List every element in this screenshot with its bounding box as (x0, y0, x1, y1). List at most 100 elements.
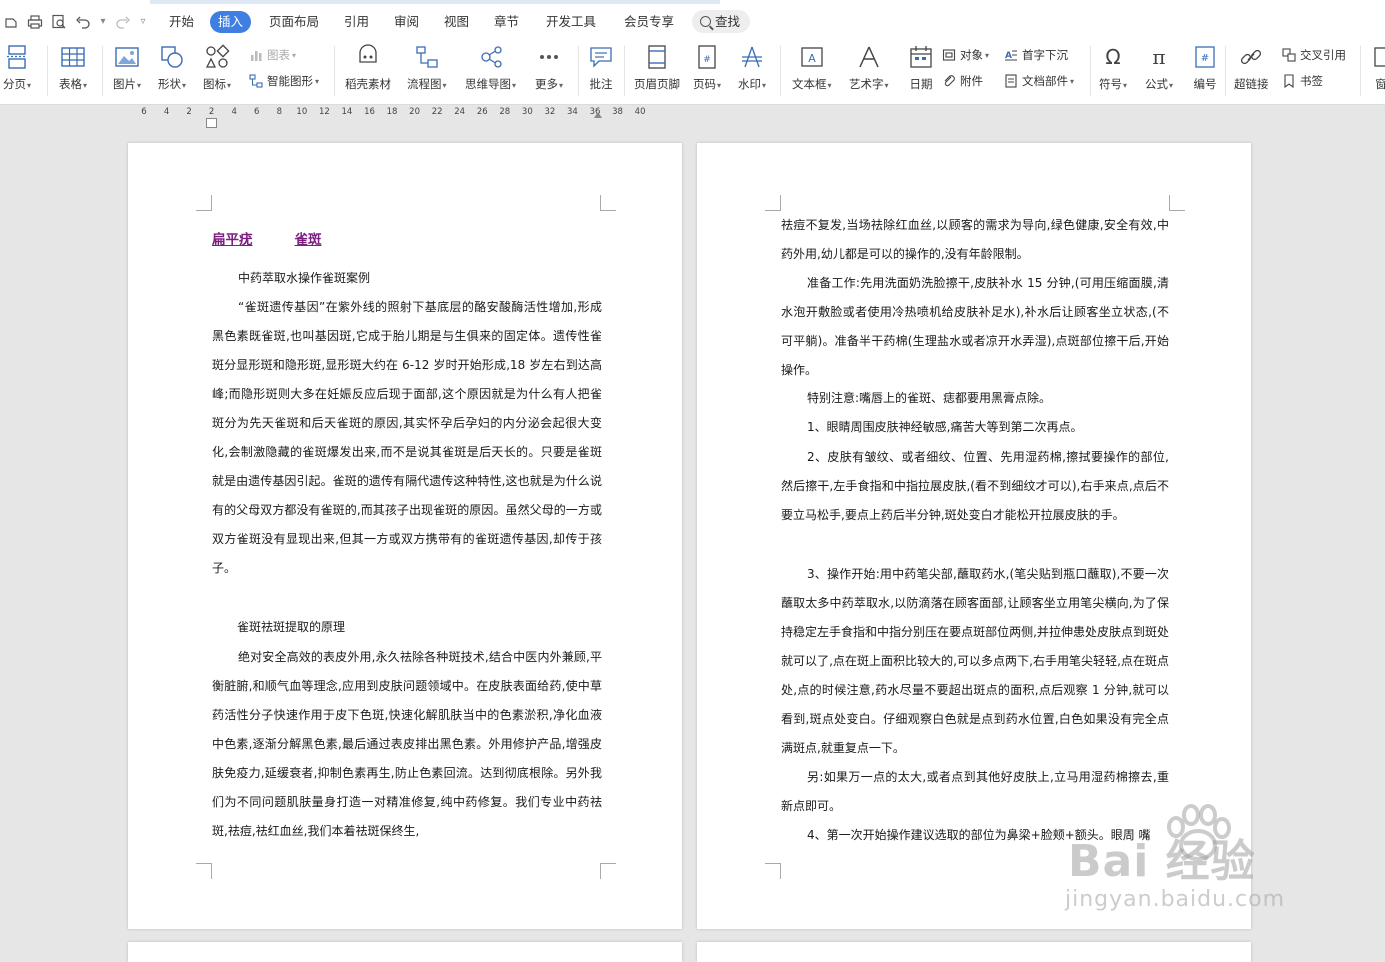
icon-button[interactable]: 图标▾ (202, 42, 232, 92)
numbering-icon: # (1190, 42, 1220, 72)
ribbon-separator (1090, 46, 1091, 96)
ribbon-separator (334, 46, 335, 96)
search-box[interactable]: 查找 (692, 10, 751, 33)
window-icon (1366, 42, 1385, 72)
ribbon-separator (102, 46, 103, 96)
text-box-button[interactable]: A 文本框▾ (792, 42, 832, 92)
more-button[interactable]: 更多▾ (534, 42, 564, 92)
undo-dropdown-icon[interactable]: ▾ (96, 11, 110, 33)
doc-paragraph: 准备工作:先用洗面奶洗脸擦干,皮肤补水 15 分钟,(可用压缩面膜,清水泡开敷脸… (781, 276, 1169, 377)
document-page-4-top[interactable] (697, 942, 1251, 962)
symbol-button[interactable]: Ω 符号▾ (1098, 42, 1128, 92)
ruler-tick-label: 40 (634, 107, 646, 117)
tab-page-layout[interactable]: 页面布局 (261, 11, 327, 33)
save-icon[interactable] (0, 11, 22, 33)
ribbon-separator (624, 46, 625, 96)
mindmap-icon (476, 42, 506, 72)
tab-member[interactable]: 会员专享 (616, 11, 682, 33)
link-flat-wart[interactable]: 扁平疣 (212, 232, 253, 248)
tab-insert[interactable]: 插入 (210, 11, 252, 33)
crop-mark (1169, 195, 1185, 211)
picture-label: 图片 (112, 77, 136, 91)
smart-graphic-button[interactable]: 智能图形 ▾ (248, 72, 319, 90)
ruler-tick-label: 14 (341, 107, 353, 117)
icon-label: 图标 (202, 77, 226, 91)
comment-icon (586, 42, 616, 72)
tab-review[interactable]: 审阅 (386, 11, 427, 33)
page-number-icon: # (692, 42, 722, 72)
doc-parts-label: 文档部件 (1022, 74, 1068, 88)
tab-references[interactable]: 引用 (336, 11, 377, 33)
print-icon[interactable] (24, 11, 46, 33)
numbering-button[interactable]: # 编号 (1190, 42, 1220, 92)
crop-mark (765, 195, 781, 211)
svg-text:π: π (1152, 45, 1165, 69)
drop-cap-button[interactable]: A 首字下沉 (1003, 46, 1068, 64)
ruler-tick-label: 22 (431, 107, 443, 117)
attachment-button[interactable]: 附件 (941, 72, 983, 90)
tab-home[interactable]: 开始 (161, 11, 202, 33)
object-button[interactable]: 对象 ▾ (941, 46, 989, 64)
calendar-icon (906, 42, 936, 72)
ribbon-separator (1360, 46, 1361, 96)
word-art-icon (854, 42, 884, 72)
doc-paragraph: 绝对安全高效的表皮外用,永久祛除各种斑技术,结合中医内外兼顾,平衡脏腑,和顺气血… (212, 650, 602, 838)
crop-mark (196, 195, 212, 211)
document-page-1[interactable]: 扁平疣 雀斑 中药萃取水操作雀斑案例 “雀斑遗传基因”在紫外线的照射下基底层的酪安… (128, 143, 682, 929)
doc-paragraph: 另:如果万一点的太大,或者点到其他好皮肤上,立马用湿药棉擦去,重新点即可。 (781, 770, 1169, 813)
right-indent-marker[interactable] (594, 112, 602, 118)
ruler-tick-label: 32 (544, 107, 556, 117)
attachment-label: 附件 (960, 74, 983, 88)
undo-icon[interactable] (72, 11, 94, 33)
docer-material-button[interactable]: 稻壳素材 (345, 42, 391, 92)
bookmark-icon (1281, 73, 1297, 89)
ruler-tick-label: 4 (163, 107, 170, 117)
symbol-label: 符号 (1098, 77, 1122, 91)
smart-graphic-icon (248, 73, 264, 89)
document-page-3-top[interactable] (128, 942, 682, 962)
watermark-label: 水印 (737, 77, 761, 91)
word-art-button[interactable]: 艺术字▾ (849, 42, 889, 92)
window-button-partial[interactable]: 窗 (1366, 42, 1385, 92)
tab-developer[interactable]: 开发工具 (538, 11, 604, 33)
hyperlink-button[interactable]: 超链接 (1234, 42, 1269, 92)
comment-label: 批注 (589, 77, 613, 91)
tab-view[interactable]: 视图 (436, 11, 477, 33)
link-freckle[interactable]: 雀斑 (295, 232, 322, 248)
ribbon-separator (47, 46, 48, 96)
cross-reference-button[interactable]: 交叉引用 (1281, 46, 1346, 64)
window-label: 窗 (1375, 77, 1385, 91)
table-label: 表格 (58, 77, 82, 91)
comment-button[interactable]: 批注 (586, 42, 616, 92)
picture-button[interactable]: 图片▾ (112, 42, 142, 92)
mindmap-button[interactable]: 思维导图▾ (465, 42, 516, 92)
horizontal-ruler[interactable]: 6 4 2 2 4 6 8 10 12 14 16 18 20 22 24 26 28 30 32 34 36 38 40 (0, 105, 1385, 128)
crop-mark (196, 863, 212, 879)
left-indent-marker[interactable] (206, 118, 217, 128)
formula-button[interactable]: π 公式▾ (1144, 42, 1174, 92)
ruler-tick-label: 6 (141, 107, 147, 117)
page-break-button[interactable]: 分页▾ (2, 42, 32, 92)
header-footer-button[interactable]: 页眉页脚 (634, 42, 680, 92)
doc-parts-button[interactable]: 文档部件 ▾ (1003, 72, 1074, 90)
page-number-button[interactable]: # 页码▾ (692, 42, 722, 92)
watermark-button[interactable]: 水印▾ (737, 42, 767, 92)
tab-chapter[interactable]: 章节 (486, 11, 527, 33)
text-box-icon: A (797, 42, 827, 72)
ruler-tick-label: 20 (409, 107, 421, 117)
print-preview-icon[interactable] (48, 11, 70, 33)
customize-quick-access-icon[interactable]: ▿ (136, 11, 150, 33)
document-page-2[interactable]: 祛痘不复发,当场祛除红血丝,以顾客的需求为导向,绿色健康,安全有效,中药外用,幼… (697, 143, 1251, 929)
shape-button[interactable]: 形状▾ (157, 42, 187, 92)
ruler-tick-label: 2 (208, 107, 215, 117)
bookmark-button[interactable]: 书签 (1281, 72, 1323, 90)
table-icon (58, 42, 88, 72)
table-button[interactable]: 表格▾ (58, 42, 88, 92)
chart-button[interactable]: 图表 ▾ (248, 46, 296, 64)
svg-text:#: # (703, 55, 711, 65)
link-icon (1236, 42, 1266, 72)
crop-mark (765, 863, 781, 879)
flowchart-button[interactable]: 流程图▾ (407, 42, 447, 92)
redo-icon[interactable] (112, 11, 134, 33)
date-button[interactable]: 日期 (906, 42, 936, 92)
